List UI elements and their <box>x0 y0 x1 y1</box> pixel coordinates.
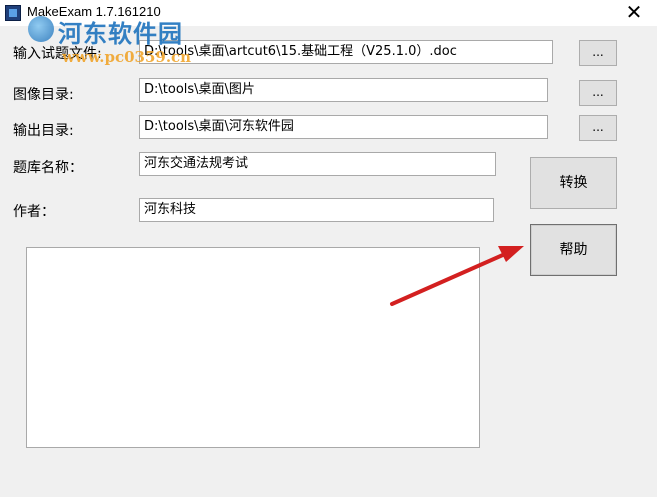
image-dir-field[interactable]: D:\tools\桌面\图片 <box>139 78 548 102</box>
bank-name-field[interactable]: 河东交通法规考试 <box>139 152 496 176</box>
browse-output-dir-button[interactable]: ... <box>579 115 617 141</box>
browse-input-file-button[interactable]: ... <box>579 40 617 66</box>
app-icon <box>5 5 21 21</box>
help-button[interactable]: 帮助 <box>530 224 617 276</box>
close-button[interactable]: ✕ <box>611 0 657 26</box>
author-field[interactable]: 河东科技 <box>139 198 494 222</box>
bank-name-label: 题库名称： <box>13 160 83 176</box>
convert-button[interactable]: 转换 <box>530 157 617 209</box>
output-dir-field[interactable]: D:\tools\桌面\河东软件园 <box>139 115 548 139</box>
browse-image-dir-button[interactable]: ... <box>579 80 617 106</box>
input-file-label: 输入试题文件: <box>13 46 102 62</box>
output-dir-label: 输出目录: <box>13 123 74 139</box>
title-bar[interactable]: MakeExam 1.7.161210 ✕ <box>0 0 657 26</box>
window-title: MakeExam 1.7.161210 <box>27 4 161 19</box>
author-label: 作者： <box>13 204 55 220</box>
input-file-field[interactable]: D:\tools\桌面\artcut6\15.基础工程（V25.1.0）.doc <box>139 40 553 64</box>
image-dir-label: 图像目录: <box>13 87 74 103</box>
log-output-area[interactable] <box>26 247 480 448</box>
